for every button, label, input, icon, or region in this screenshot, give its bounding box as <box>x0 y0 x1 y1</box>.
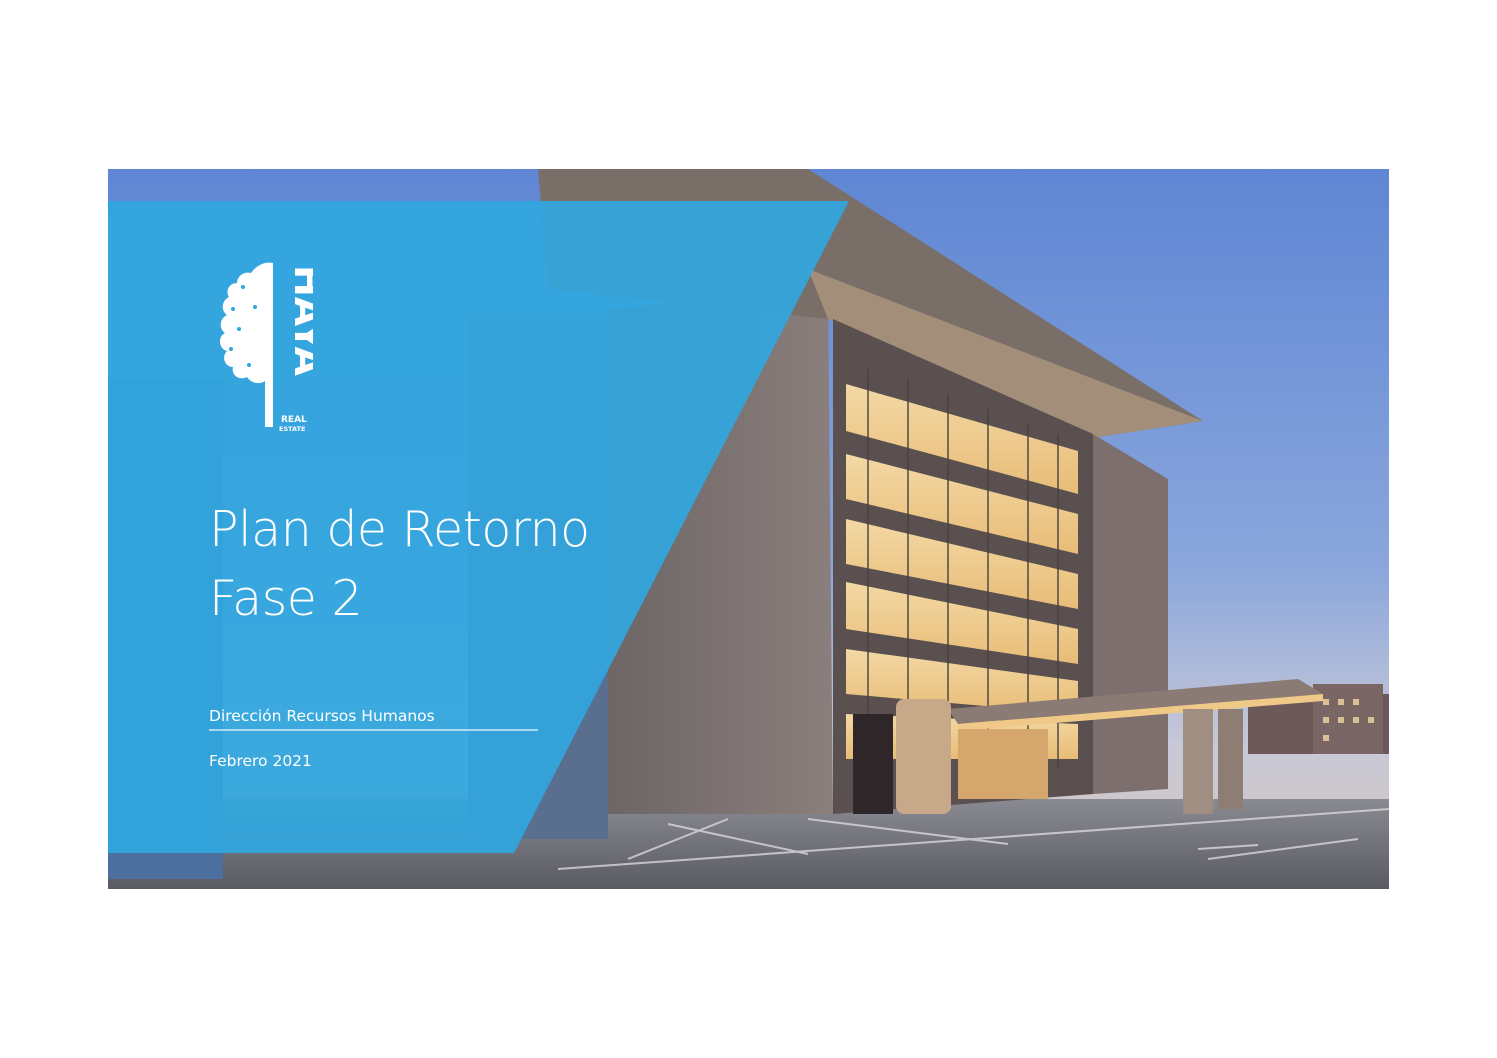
tree-icon <box>219 262 273 427</box>
svg-text:HAYA: HAYA <box>286 265 313 376</box>
title-line-1: Plan de Retorno <box>209 501 590 558</box>
svg-text:REAL: REAL <box>281 415 307 425</box>
slide-title: Plan de Retorno Fase 2 <box>209 495 729 633</box>
subtitle-divider <box>209 729 538 731</box>
department-subtitle: Dirección Recursos Humanos <box>209 707 435 725</box>
title-slide: HAYA REAL ESTATE Plan de Retorno Fase 2 … <box>108 169 1389 889</box>
haya-logo: HAYA REAL ESTATE <box>219 262 313 433</box>
svg-text:ESTATE: ESTATE <box>279 425 305 433</box>
title-line-2: Fase 2 <box>209 570 363 627</box>
date-label: Febrero 2021 <box>209 752 312 770</box>
